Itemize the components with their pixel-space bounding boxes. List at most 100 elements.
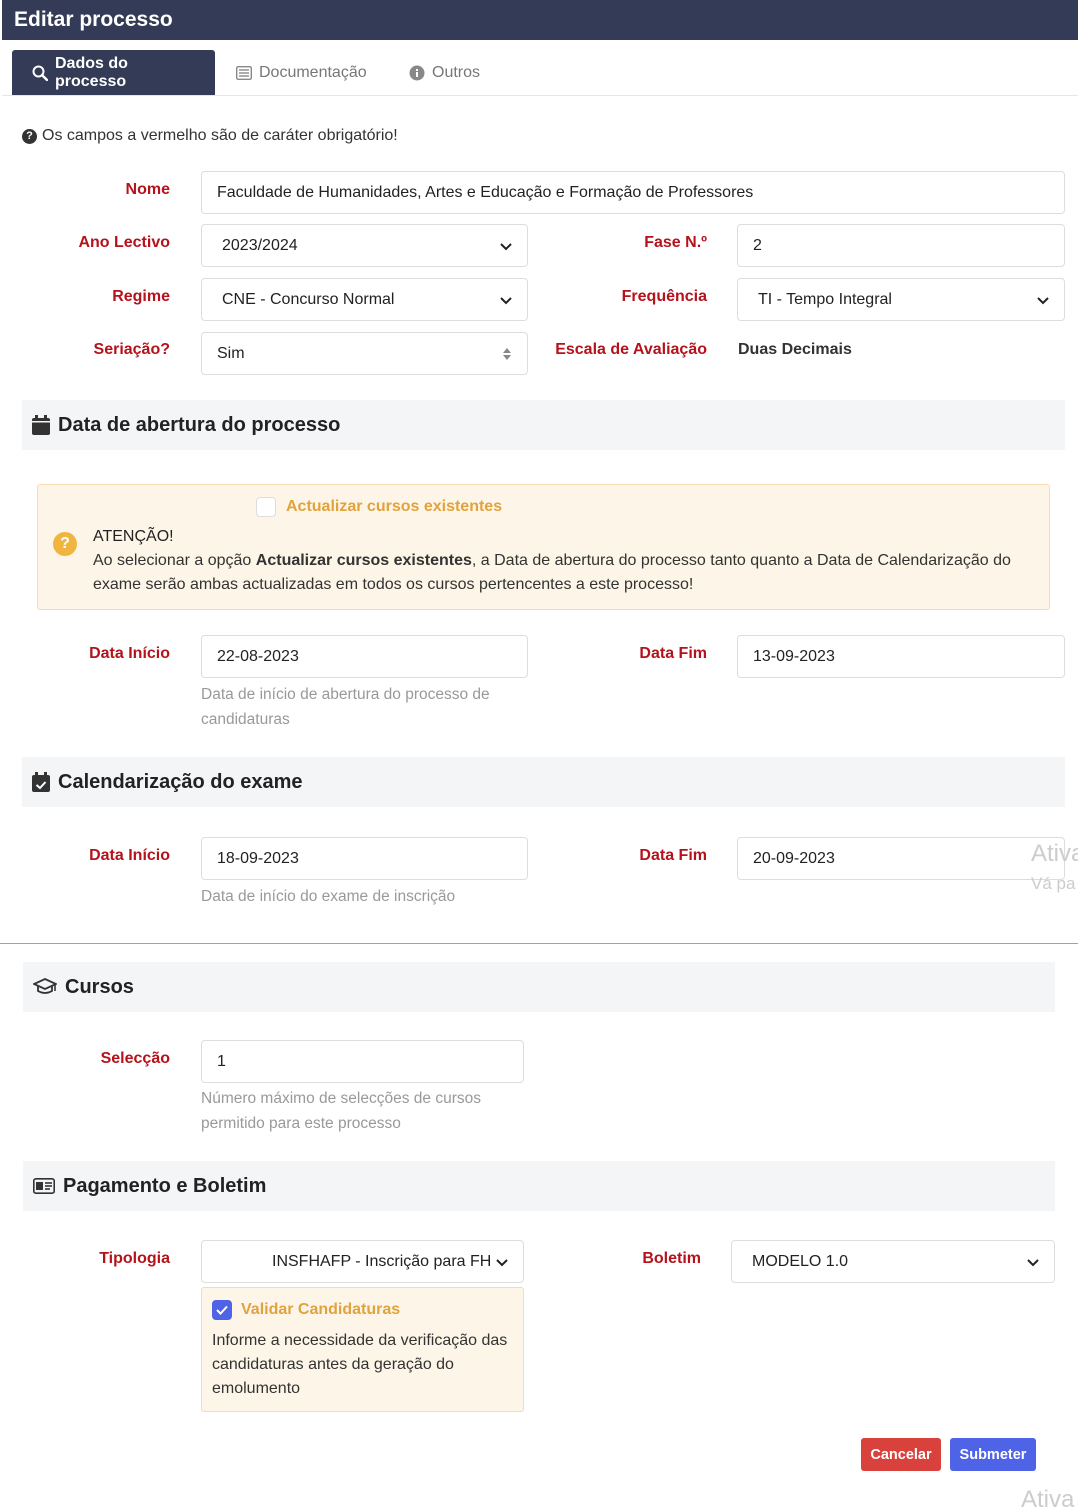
graduation-cap-icon bbox=[33, 978, 57, 994]
section-title: Cursos bbox=[65, 975, 134, 998]
ano-lectivo-value: 2023/2024 bbox=[222, 236, 298, 254]
abertura-data-inicio-value: 22-08-2023 bbox=[217, 647, 299, 665]
calendar-check-icon bbox=[32, 772, 50, 792]
tipologia-label: Tipologia bbox=[99, 1250, 170, 1267]
seleccao-help-1: Número máximo de selecções de cursos bbox=[201, 1090, 481, 1107]
nome-input[interactable]: Faculdade de Humanidades, Artes e Educaç… bbox=[201, 171, 1065, 214]
boletim-value: MODELO 1.0 bbox=[752, 1252, 849, 1270]
seriacao-label: Seriação? bbox=[93, 341, 170, 358]
section-title: Calendarização do exame bbox=[58, 770, 303, 793]
abertura-data-inicio-help-1: Data de início de abertura do processo d… bbox=[201, 686, 490, 703]
warning-box: Actualizar cursos existentes ? ATENÇÃO! … bbox=[37, 484, 1050, 610]
search-icon bbox=[32, 65, 48, 81]
activation-watermark-bottom: Ativa bbox=[1021, 1486, 1075, 1511]
window-title: Editar processo bbox=[2, 0, 1078, 40]
question-icon: ? bbox=[22, 128, 37, 144]
section-title: Pagamento e Boletim bbox=[63, 1174, 267, 1197]
validar-help-2: candidaturas antes da geração do bbox=[212, 1356, 454, 1373]
frequencia-select[interactable]: TI - Tempo Integral bbox=[737, 278, 1065, 321]
abertura-data-fim-label: Data Fim bbox=[639, 645, 707, 662]
warning-text: Ao selecionar a opção bbox=[93, 552, 256, 569]
required-note: ? Os campos a vermelho são de caráter ob… bbox=[22, 127, 398, 145]
section-title: Data de abertura do processo bbox=[58, 413, 341, 436]
section-pagamento: Pagamento e Boletim bbox=[23, 1161, 1055, 1211]
warning-line-1: Ao selecionar a opção Actualizar cursos … bbox=[93, 552, 1011, 570]
nome-label: Nome bbox=[125, 181, 170, 198]
seleccao-input[interactable]: 1 bbox=[201, 1040, 524, 1083]
seriacao-select[interactable]: Sim bbox=[201, 332, 528, 375]
exame-data-inicio-value: 18-09-2023 bbox=[217, 849, 299, 867]
exame-data-fim-label: Data Fim bbox=[639, 847, 707, 864]
boletim-select[interactable]: MODELO 1.0 bbox=[731, 1240, 1055, 1283]
tab-label: Documentação bbox=[259, 63, 367, 81]
abertura-data-fim-input[interactable]: 13-09-2023 bbox=[737, 635, 1065, 678]
question-icon: ? bbox=[53, 532, 77, 556]
fase-value: 2 bbox=[753, 236, 762, 254]
chevron-down-icon bbox=[1027, 1258, 1039, 1266]
screenshot-divider bbox=[0, 943, 1078, 944]
escala-value: Duas Decimais bbox=[738, 341, 852, 358]
abertura-data-fim-value: 13-09-2023 bbox=[753, 647, 835, 665]
chevron-down-icon bbox=[500, 296, 512, 304]
ano-lectivo-select[interactable]: 2023/2024 bbox=[201, 224, 528, 267]
activation-watermark: Ativa bbox=[1031, 840, 1078, 867]
validar-help-1: Informe a necessidade da verificação das bbox=[212, 1332, 508, 1349]
info-icon bbox=[409, 65, 425, 81]
seleccao-help-2: permitido para este processo bbox=[201, 1115, 401, 1132]
regime-value: CNE - Concurso Normal bbox=[222, 290, 395, 308]
tab-outros[interactable]: Outros bbox=[389, 50, 500, 95]
tab-bar: Dados do processo Documentação Outros bbox=[2, 40, 1078, 96]
exame-data-fim-input[interactable]: 20-09-2023 bbox=[737, 837, 1065, 880]
abertura-data-inicio-input[interactable]: 22-08-2023 bbox=[201, 635, 528, 678]
seleccao-label: Selecção bbox=[100, 1050, 170, 1067]
validar-candidaturas-label[interactable]: Validar Candidaturas bbox=[241, 1301, 400, 1319]
warning-line-2: exame serão ambas actualizadas em todos … bbox=[93, 576, 694, 593]
id-card-icon bbox=[33, 1178, 55, 1194]
frequencia-label: Frequência bbox=[621, 288, 707, 305]
validar-box: Validar Candidaturas Informe a necessida… bbox=[201, 1287, 524, 1412]
chevron-down-icon bbox=[500, 242, 512, 250]
calendar-icon bbox=[32, 415, 50, 435]
tipologia-select[interactable]: INSFHAFP - Inscrição para FH bbox=[201, 1240, 524, 1283]
cancel-button[interactable]: Cancelar bbox=[861, 1438, 941, 1471]
seleccao-value: 1 bbox=[217, 1052, 226, 1070]
escala-label: Escala de Avaliação bbox=[555, 341, 707, 358]
validar-candidaturas-checkbox[interactable] bbox=[212, 1300, 232, 1320]
boletim-label: Boletim bbox=[642, 1250, 701, 1267]
tab-label: Outros bbox=[432, 63, 481, 81]
exame-data-inicio-label: Data Início bbox=[89, 847, 170, 864]
actualizar-cursos-checkbox[interactable] bbox=[256, 497, 276, 517]
check-icon bbox=[216, 1305, 228, 1315]
tipologia-value: INSFHAFP - Inscrição para FH bbox=[272, 1252, 492, 1270]
ano-lectivo-label: Ano Lectivo bbox=[78, 234, 170, 251]
tab-dados-do-processo[interactable]: Dados do processo bbox=[12, 50, 215, 95]
warning-title: ATENÇÃO! bbox=[93, 528, 174, 545]
list-icon bbox=[236, 65, 252, 80]
regime-label: Regime bbox=[112, 288, 170, 305]
tab-documentacao[interactable]: Documentação bbox=[216, 50, 387, 95]
submit-button[interactable]: Submeter bbox=[950, 1438, 1036, 1471]
seriacao-value: Sim bbox=[217, 344, 245, 362]
validar-help-3: emolumento bbox=[212, 1380, 301, 1397]
section-data-abertura: Data de abertura do processo bbox=[22, 400, 1065, 450]
activation-watermark-sub: Vá pa bbox=[1031, 874, 1076, 893]
section-calendarizacao: Calendarização do exame bbox=[22, 757, 1065, 807]
exame-data-inicio-help: Data de início do exame de inscrição bbox=[201, 888, 456, 905]
section-cursos: Cursos bbox=[23, 962, 1055, 1012]
fase-input[interactable]: 2 bbox=[737, 224, 1065, 267]
frequencia-value: TI - Tempo Integral bbox=[758, 290, 892, 308]
warning-bold-text: Actualizar cursos existentes bbox=[255, 552, 472, 569]
nome-value: Faculdade de Humanidades, Artes e Educaç… bbox=[217, 183, 754, 201]
exame-data-fim-value: 20-09-2023 bbox=[753, 849, 835, 867]
actualizar-cursos-label[interactable]: Actualizar cursos existentes bbox=[286, 498, 502, 516]
warning-text: , a Data de abertura do processo tanto q… bbox=[471, 552, 1011, 569]
chevron-down-icon bbox=[1037, 296, 1049, 304]
exame-data-inicio-input[interactable]: 18-09-2023 bbox=[201, 837, 528, 880]
abertura-data-inicio-help-2: candidaturas bbox=[201, 711, 290, 728]
chevron-down-icon bbox=[496, 1258, 508, 1266]
required-note-text: Os campos a vermelho são de caráter obri… bbox=[42, 127, 398, 144]
abertura-data-inicio-label: Data Início bbox=[89, 645, 170, 662]
fase-label: Fase N.º bbox=[644, 234, 707, 251]
regime-select[interactable]: CNE - Concurso Normal bbox=[201, 278, 528, 321]
tab-label: Dados do processo bbox=[55, 54, 128, 90]
